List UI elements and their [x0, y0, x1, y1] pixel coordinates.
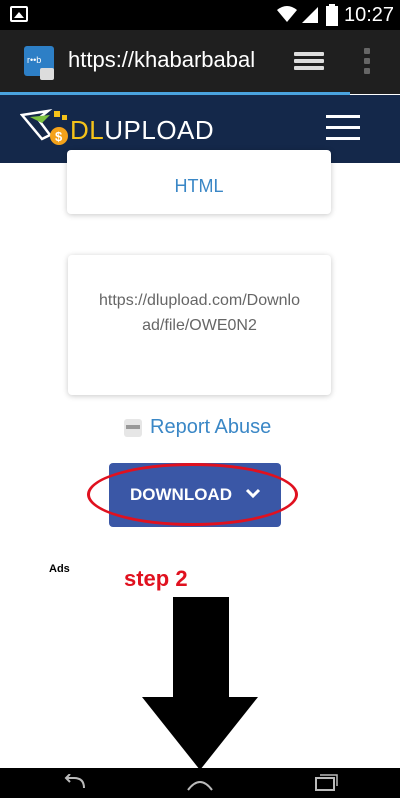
download-link-card: https://dlupload.com/Download/file/OWE0N…: [68, 255, 331, 395]
svg-text:$: $: [55, 129, 63, 144]
flag-icon: [124, 419, 142, 437]
hamburger-menu-icon[interactable]: [326, 115, 360, 143]
html-tab-label[interactable]: HTML: [67, 176, 331, 197]
download-button-label: DOWNLOAD: [130, 485, 232, 504]
html-embed-card: HTML: [67, 150, 331, 214]
status-time: 10:27: [344, 4, 395, 26]
status-bar: 10:27: [0, 0, 400, 30]
url-field[interactable]: https://khabarbabal: [68, 47, 278, 73]
step-label: step 2: [124, 566, 188, 591]
logo-text-dl: DL: [70, 115, 105, 145]
logo-text: DLUPLOAD: [70, 115, 214, 146]
tabs-icon[interactable]: [294, 52, 324, 72]
site-logo[interactable]: $ DLUPLOAD: [19, 109, 214, 149]
download-link-text[interactable]: https://dlupload.com/Download/file/OWE0N…: [96, 288, 303, 338]
signal-icon: [302, 7, 318, 23]
arrow-down-icon: [142, 597, 258, 770]
download-button[interactable]: DOWNLOAD: [109, 463, 281, 527]
logo-mark-icon: $: [19, 109, 68, 145]
chevron-down-icon: [245, 488, 261, 499]
logo-text-upload: UPLOAD: [104, 115, 215, 145]
overflow-menu-icon[interactable]: [364, 48, 372, 78]
site-icon-text: r••b: [27, 55, 42, 65]
ads-label: Ads: [49, 563, 70, 575]
battery-icon: [326, 4, 338, 26]
browser-url-bar: r••b https://khabarbabal: [0, 30, 400, 94]
report-abuse-label: Report Abuse: [150, 416, 272, 438]
image-icon: [10, 6, 28, 22]
system-navigation-bar: [0, 768, 400, 798]
back-icon[interactable]: [62, 774, 88, 792]
recents-icon[interactable]: [314, 774, 338, 792]
wifi-icon: [277, 6, 297, 22]
lock-icon: [40, 68, 54, 80]
home-icon[interactable]: [186, 774, 214, 792]
